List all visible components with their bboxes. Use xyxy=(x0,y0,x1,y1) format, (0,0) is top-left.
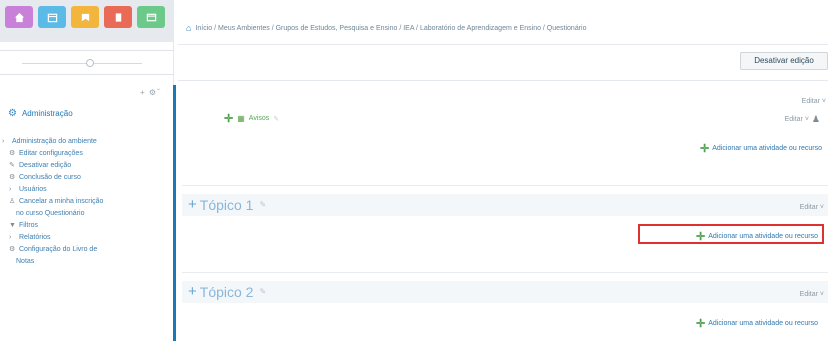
activity-edit-label[interactable]: Editar ˅ xyxy=(785,116,809,123)
topic-header-band xyxy=(182,194,828,216)
sidebar-item-label: no curso Questionário xyxy=(16,210,85,217)
home-icon xyxy=(14,12,24,22)
sidebar-divider xyxy=(173,85,176,341)
user-menu[interactable] xyxy=(0,50,174,75)
sidebar-item-label: Desativar edição xyxy=(19,162,72,169)
sidebar-item-usuarios[interactable]: › Usuários xyxy=(2,184,172,195)
calendar-icon xyxy=(47,13,57,22)
user-icon: ♙ xyxy=(9,198,16,205)
disable-editing-button[interactable]: Desativar edição xyxy=(740,52,828,70)
section-topic-1: + Tópico 1 ✎ Editar ˅ ✛ Adicionar uma at… xyxy=(182,185,828,255)
sidebar-item-label: Configuração do Livro de xyxy=(19,246,98,253)
move-icon[interactable]: + xyxy=(188,283,197,300)
sidebar-item-desativar-edicao[interactable]: ✎ Desativar edição xyxy=(2,160,172,171)
favorites-button[interactable] xyxy=(71,6,99,28)
section-topic-2: + Tópico 2 ✎ Editar ˅ ✛ Adicionar uma at… xyxy=(182,272,828,342)
gear-icon: ⚙ xyxy=(9,174,16,181)
sidebar-item-label: Notas xyxy=(16,258,35,265)
sidebar-item-label: Usuários xyxy=(19,186,47,193)
chevron-right-icon: › xyxy=(2,138,5,145)
gear-icon: ⚙ xyxy=(9,150,16,157)
sidebar-item-cancelar-inscricao-cont[interactable]: no curso Questionário xyxy=(2,208,172,219)
forum-icon: ▦ xyxy=(237,114,245,123)
filter-icon: ▼ xyxy=(9,222,16,229)
move-icon[interactable]: ✛ xyxy=(224,112,233,125)
administration-menu: › Administração do ambiente ⚙ Editar con… xyxy=(2,136,172,268)
sidebar-item-livro-de-notas-cont[interactable]: Notas xyxy=(2,256,172,267)
activity-edit-menu[interactable]: Editar ˅ ♟ xyxy=(785,114,820,125)
news-forum-label[interactable]: Avisos xyxy=(249,115,270,122)
sidebar-item-label: Filtros xyxy=(19,222,39,229)
user-avatar[interactable] xyxy=(86,59,94,67)
bookmark-icon xyxy=(115,12,121,22)
section-edit-menu[interactable]: Editar ˅ xyxy=(802,98,826,105)
topic-edit-menu[interactable]: Editar ˅ xyxy=(800,204,824,211)
edit-title-icon[interactable]: ✎ xyxy=(259,287,266,296)
user-menu-divider xyxy=(22,63,142,64)
edit-title-icon[interactable]: ✎ xyxy=(273,115,279,123)
header-divider xyxy=(178,44,828,45)
sidebar-item-label: Conclusão de curso xyxy=(19,174,81,181)
topic-title: + Tópico 2 ✎ xyxy=(188,283,266,300)
sidebar-item-label: Cancelar a minha inscrição xyxy=(19,198,104,205)
highlight-box xyxy=(638,224,824,244)
add-activity-label[interactable]: Adicionar uma atividade ou recurso xyxy=(712,145,822,152)
sidebar-item-label: Administração do ambiente xyxy=(12,138,97,145)
topic-header-band xyxy=(182,281,828,303)
home-button[interactable] xyxy=(5,6,33,28)
block-controls[interactable]: + ⚙ˇ xyxy=(140,88,161,97)
sidebar-item-livro-de-notas[interactable]: ⚙ Configuração do Livro de xyxy=(2,244,172,255)
breadcrumb: ⌂ Início / Meus Ambientes / Grupos de Es… xyxy=(186,23,587,33)
breadcrumb-path[interactable]: Início / Meus Ambientes / Grupos de Estu… xyxy=(195,25,586,32)
top-icon-bar xyxy=(0,0,174,42)
sidebar-item-ambiente[interactable]: › Administração do ambiente xyxy=(2,136,172,147)
administration-block-header: ⚙ Administração xyxy=(8,108,73,119)
edit-title-icon[interactable]: ✎ xyxy=(259,200,266,209)
sidebar-item-editar-configuracoes[interactable]: ⚙ Editar configurações xyxy=(2,148,172,159)
section-general: Editar ˅ ✛ ▦ Avisos ✎ Editar ˅ ♟ ✛ Adici… xyxy=(188,86,828,166)
topic-title: + Tópico 1 ✎ xyxy=(188,196,266,213)
add-activity-link[interactable]: ✛ Adicionar uma atividade ou recurso xyxy=(700,142,822,155)
bookmark-button[interactable] xyxy=(104,6,132,28)
star-icon xyxy=(81,13,89,21)
topic-title-text: Tópico 1 xyxy=(199,196,254,213)
window-button[interactable] xyxy=(137,6,165,28)
topic-title-text: Tópico 2 xyxy=(199,283,254,300)
sidebar-item-label: Relatórios xyxy=(19,234,51,241)
administration-title: Administração xyxy=(21,109,73,118)
add-activity-label[interactable]: Adicionar uma atividade ou recurso xyxy=(708,320,818,327)
sidebar-item-conclusao-curso[interactable]: ⚙ Conclusão de curso xyxy=(2,172,172,183)
move-icon[interactable]: + xyxy=(188,196,197,213)
sidebar-item-relatorios[interactable]: › Relatórios xyxy=(2,232,172,243)
gear-icon: ⚙ xyxy=(9,246,16,253)
calendar-button[interactable] xyxy=(38,6,66,28)
user-icon: ♟ xyxy=(811,114,820,124)
main-content: ⌂ Início / Meus Ambientes / Grupos de Es… xyxy=(178,0,828,341)
add-activity-link[interactable]: ✛ Adicionar uma atividade ou recurso xyxy=(696,317,818,330)
sidebar-item-filtros[interactable]: ▼ Filtros xyxy=(2,220,172,231)
sidebar: + ⚙ˇ ⚙ Administração › Administração do … xyxy=(0,0,174,341)
news-forum-item[interactable]: ✛ ▦ Avisos ✎ xyxy=(224,112,279,125)
plus-icon: ✛ xyxy=(696,318,706,330)
pencil-icon: ✎ xyxy=(9,162,15,169)
chevron-right-icon: › xyxy=(9,186,12,193)
home-icon[interactable]: ⌂ xyxy=(186,23,191,33)
window-icon xyxy=(146,13,156,21)
admin-gear-icon: ⚙ xyxy=(8,108,17,119)
toolbar-divider xyxy=(178,80,828,81)
plus-icon: ✛ xyxy=(700,143,710,155)
topic-edit-menu[interactable]: Editar ˅ xyxy=(800,291,824,298)
sidebar-item-cancelar-inscricao[interactable]: ♙ Cancelar a minha inscrição xyxy=(2,196,172,207)
chevron-right-icon: › xyxy=(9,234,12,241)
sidebar-item-label: Editar configurações xyxy=(19,150,83,157)
